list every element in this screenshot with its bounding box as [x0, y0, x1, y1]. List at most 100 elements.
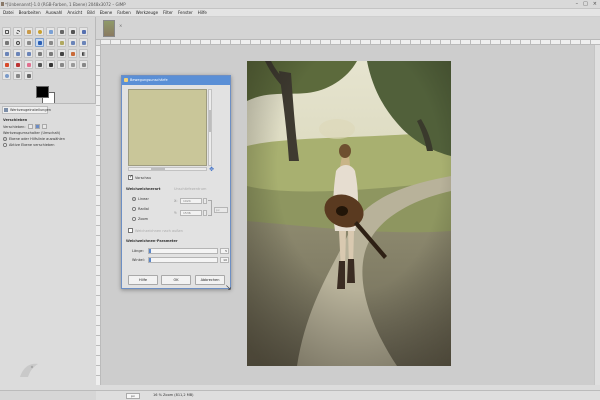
image-photo[interactable]	[247, 61, 451, 366]
blur-outward-label: Weichzeichnen nach außen	[135, 228, 183, 233]
menu-auswahl[interactable]: Auswahl	[46, 10, 63, 15]
ok-button[interactable]: OK	[161, 275, 191, 285]
tool-options-tab[interactable]: Werkzeugeinstellungen	[2, 106, 51, 114]
menu-filter[interactable]: Filter	[163, 10, 173, 15]
free-select-tool-icon[interactable]	[24, 27, 33, 36]
blur-type-radial-radio[interactable]	[132, 207, 136, 211]
move-path-icon[interactable]	[41, 124, 47, 129]
menu-bild[interactable]: Bild	[87, 10, 95, 15]
zoom-info[interactable]: 16 % Zoom (811,2 MB)	[153, 393, 194, 397]
preview-vertical-scrollbar[interactable]	[208, 89, 212, 166]
move-tool-icon[interactable]	[35, 38, 44, 47]
angle-slider-fill	[149, 258, 152, 262]
close-image-tab-icon[interactable]: ×	[119, 23, 122, 28]
rect-select-tool-icon[interactable]	[2, 27, 11, 36]
angle-slider[interactable]	[148, 257, 218, 263]
measure-tool-icon[interactable]	[24, 38, 33, 47]
length-slider[interactable]	[148, 248, 218, 254]
warp-tool-icon[interactable]	[46, 49, 55, 58]
flip-tool-icon[interactable]	[24, 49, 33, 58]
unit-selector[interactable]: px	[126, 393, 140, 399]
blur-type-zoom-radio[interactable]	[132, 217, 136, 221]
zoom-tool-icon[interactable]	[13, 38, 22, 47]
dodge-burn-tool-icon[interactable]	[24, 71, 33, 80]
menu-ebene[interactable]: Ebene	[100, 10, 113, 15]
tool-options-dock: Werkzeugeinstellungen Verschieben Versch…	[0, 103, 96, 390]
move-layer-icon[interactable]	[27, 124, 33, 129]
blur-outward-checkbox[interactable]	[128, 228, 133, 233]
crop-tool-icon[interactable]	[57, 38, 66, 47]
menu-ansicht[interactable]: Ansicht	[67, 10, 82, 15]
foreground-select-tool-icon[interactable]	[68, 27, 77, 36]
menu-datei[interactable]: Datei	[3, 10, 14, 15]
pick-layer-radio[interactable]	[3, 137, 7, 141]
zoom-memory-info: Zoom (811,2 MB)	[163, 393, 194, 397]
menu-fenster[interactable]: Fenster	[178, 10, 193, 15]
preview-navigate-icon[interactable]: ✥	[209, 167, 214, 173]
paths-tool-icon[interactable]	[79, 27, 88, 36]
length-value[interactable]: 5	[220, 248, 229, 254]
blur-tool-icon[interactable]	[2, 71, 11, 80]
bucket-fill-tool-icon[interactable]	[68, 49, 77, 58]
blend-tool-icon[interactable]	[79, 49, 88, 58]
center-unit-select[interactable]: px	[214, 207, 228, 213]
wilber-watermark-icon	[18, 361, 42, 381]
preview-horizontal-scrollbar[interactable]	[128, 167, 207, 171]
params-heading: Weichzeichnen-Parameter	[126, 239, 178, 243]
color-swatches	[34, 84, 60, 104]
close-window-button[interactable]: ×	[593, 1, 597, 7]
menu-bearbeiten[interactable]: Bearbeiten	[19, 10, 41, 15]
dialog-titlebar[interactable]: Bewegungsunschärfe	[122, 76, 230, 85]
ellipse-select-tool-icon[interactable]	[13, 27, 22, 36]
blur-type-linear-radio[interactable]	[132, 197, 136, 201]
zoom-level: 16 %	[153, 393, 162, 397]
color-select-tool-icon[interactable]	[46, 27, 55, 36]
preview-area[interactable]	[128, 89, 207, 166]
maximize-button[interactable]: □	[583, 1, 588, 7]
rotate-tool-icon[interactable]	[68, 38, 77, 47]
airbrush-tool-icon[interactable]	[35, 60, 44, 69]
move-active-layer-radio[interactable]	[3, 143, 7, 147]
clone-tool-icon[interactable]	[57, 60, 66, 69]
angle-label: Winkel:	[132, 258, 145, 262]
scissors-tool-icon[interactable]	[57, 27, 66, 36]
center-x-field[interactable]: 1024	[180, 198, 202, 204]
text-tool-icon[interactable]	[57, 49, 66, 58]
paintbrush-tool-icon[interactable]	[13, 60, 22, 69]
chain-link-icon[interactable]	[208, 200, 212, 216]
dialog-title: Bewegungsunschärfe	[130, 78, 168, 82]
center-x-spinner[interactable]	[203, 198, 207, 204]
help-button[interactable]: Hilfe	[128, 275, 158, 285]
align-tool-icon[interactable]	[46, 38, 55, 47]
menu-werkzeuge[interactable]: Werkzeuge	[136, 10, 158, 15]
canvas-vertical-scrollbar[interactable]	[594, 45, 600, 385]
cage-tool-icon[interactable]	[35, 49, 44, 58]
fuzzy-select-tool-icon[interactable]	[35, 27, 44, 36]
menu-farben[interactable]: Farben	[117, 10, 131, 15]
blur-type-heading: Weichzeichnerart	[126, 187, 161, 191]
tool-options-tab-label: Werkzeugeinstellungen	[10, 108, 51, 112]
cancel-button[interactable]: Abbrechen	[195, 275, 225, 285]
move-selection-icon[interactable]	[34, 124, 40, 129]
ink-tool-icon[interactable]	[46, 60, 55, 69]
shear-tool-icon[interactable]	[2, 49, 11, 58]
scale-tool-icon[interactable]	[79, 38, 88, 47]
eraser-tool-icon[interactable]	[24, 60, 33, 69]
perspective-clone-tool-icon[interactable]	[79, 60, 88, 69]
menu-hilfe[interactable]: Hilfe	[198, 10, 207, 15]
minimize-button[interactable]: –	[576, 1, 579, 7]
perspective-tool-icon[interactable]	[13, 49, 22, 58]
tool-options-icon	[4, 108, 8, 112]
angle-value[interactable]: 10	[220, 257, 229, 263]
color-picker-tool-icon[interactable]	[2, 38, 11, 47]
foreground-color-swatch[interactable]	[36, 86, 49, 98]
center-y-field[interactable]: 1536	[180, 210, 202, 216]
heal-tool-icon[interactable]	[68, 60, 77, 69]
pencil-tool-icon[interactable]	[2, 60, 11, 69]
center-y-spinner[interactable]	[203, 210, 207, 216]
preview-label: Vorschau	[135, 175, 152, 180]
image-thumbnail[interactable]	[103, 20, 115, 37]
preview-checkbox[interactable]	[128, 174, 133, 180]
length-label: Länge:	[132, 249, 144, 253]
smudge-tool-icon[interactable]	[13, 71, 22, 80]
